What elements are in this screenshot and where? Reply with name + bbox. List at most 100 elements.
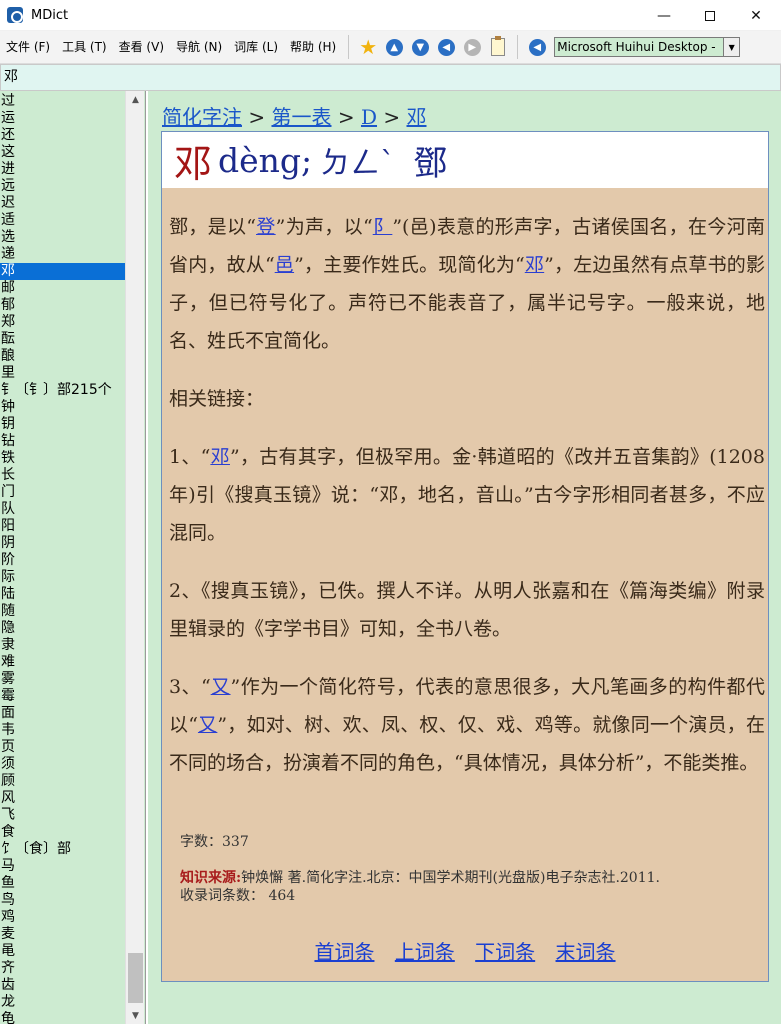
word-list-item[interactable]: 郁 [0,297,125,314]
word-list-item[interactable]: 运 [0,110,125,127]
first-entry-link[interactable]: 首词条 [314,940,374,964]
word-list-item[interactable]: 黾 [0,943,125,960]
menu-view[interactable]: 查看 (V) [113,31,170,64]
favorite-button[interactable]: ★ [357,36,379,58]
link-simplified[interactable]: 邓 [525,254,544,276]
link-you-2[interactable]: 又 [198,714,217,736]
word-list-item[interactable]: 须 [0,756,125,773]
last-entry-link[interactable]: 末词条 [556,940,616,964]
link-deng-variant[interactable]: 邓 [210,446,230,468]
breadcrumb-table[interactable]: 第一表 [271,105,331,129]
word-list-item[interactable]: 里 [0,365,125,382]
word-list-item[interactable]: 风 [0,790,125,807]
word-list-item[interactable]: 递 [0,246,125,263]
word-list-item[interactable]: 这 [0,144,125,161]
word-list-item[interactable]: 龙 [0,994,125,1011]
word-list-item[interactable]: 钻 [0,433,125,450]
word-list-item[interactable]: 韦 [0,722,125,739]
word-list-item[interactable]: 过 [0,93,125,110]
word-list-item[interactable]: 麦 [0,926,125,943]
menu-navigate[interactable]: 导航 (N) [170,31,228,64]
voice-select[interactable]: Microsoft Huihui Desktop - ▼ [554,37,741,57]
word-list-item[interactable]: 阶 [0,552,125,569]
word-list-item[interactable]: 门 [0,484,125,501]
word-list-item[interactable]: 进 [0,161,125,178]
word-list-item[interactable]: 邮 [0,280,125,297]
word-list-item[interactable]: 页 [0,739,125,756]
word-list-item[interactable]: 隶 [0,637,125,654]
arrow-left-icon: ◀ [437,38,455,56]
pinyin: dèng; [218,140,313,180]
word-list-item[interactable]: 雾 [0,671,125,688]
next-entry-link[interactable]: 下词条 [475,940,535,964]
word-list-item[interactable]: 铁 [0,450,125,467]
speak-button[interactable]: ◀ [526,36,548,58]
word-list-item[interactable]: 鱼 [0,875,125,892]
word-list-item[interactable]: 阳 [0,518,125,535]
word-list-item[interactable]: 隐 [0,620,125,637]
word-list-item[interactable]: 长 [0,467,125,484]
forward-button[interactable]: ▶ [461,36,483,58]
maximize-button[interactable] [687,0,733,31]
word-list-item[interactable]: 郑 [0,314,125,331]
word-list-item[interactable]: 饣〔食〕部 [0,841,125,858]
text: 鄧，是以“ [169,216,256,238]
word-list-item[interactable]: 酿 [0,348,125,365]
word-list-item[interactable]: 适 [0,212,125,229]
word-list-item[interactable]: 迟 [0,195,125,212]
word-list-item[interactable]: 霉 [0,688,125,705]
last-entry-button[interactable]: ▼ [409,36,431,58]
word-list-item[interactable]: 钥 [0,416,125,433]
link-fu[interactable]: 阝 [373,216,393,238]
first-entry-button[interactable]: ▲ [383,36,405,58]
scroll-thumb[interactable] [128,953,143,1003]
breadcrumb-letter[interactable]: D [361,105,377,129]
link-you[interactable]: 又 [211,676,231,698]
word-list-item[interactable]: 龟 [0,1011,125,1024]
word-list-item[interactable]: 选 [0,229,125,246]
word-list-item[interactable]: 际 [0,569,125,586]
prev-entry-link[interactable]: 上词条 [395,940,455,964]
link-deng[interactable]: 登 [256,216,276,238]
word-list-item[interactable]: 鸟 [0,892,125,909]
word-list-item[interactable]: 邓 [0,263,125,280]
word-list-item[interactable]: 远 [0,178,125,195]
word-list-item[interactable]: 酝 [0,331,125,348]
scroll-down-icon[interactable]: ▼ [126,1007,145,1024]
entry-navigation: 首词条 上词条 下词条 末词条 [162,936,768,965]
scroll-up-icon[interactable]: ▲ [126,91,145,108]
menu-file[interactable]: 文件 (F) [0,31,56,64]
word-list-item[interactable]: 马 [0,858,125,875]
menu-help[interactable]: 帮助 (H) [284,31,342,64]
clipboard-button[interactable] [487,36,509,58]
word-list-item[interactable]: 食 [0,824,125,841]
breadcrumb-char[interactable]: 邓 [407,105,427,129]
link-yi[interactable]: 邑 [275,254,294,276]
back-button[interactable]: ◀ [435,36,457,58]
word-list-item[interactable]: 队 [0,501,125,518]
word-list-item[interactable]: 难 [0,654,125,671]
word-list-item[interactable]: 面 [0,705,125,722]
word-list-item[interactable]: 齿 [0,977,125,994]
word-list-item[interactable]: 还 [0,127,125,144]
window-title: MDict [31,7,69,23]
close-button[interactable]: ✕ [733,0,779,31]
breadcrumb-book[interactable]: 简化字注 [162,105,242,129]
menu-toolbar: 文件 (F) 工具 (T) 查看 (V) 导航 (N) 词库 (L) 帮助 (H… [0,31,781,64]
word-list-item[interactable]: 顾 [0,773,125,790]
word-list-item[interactable]: 钟 [0,399,125,416]
word-list-item[interactable]: 鸡 [0,909,125,926]
chevron-down-icon[interactable]: ▼ [723,38,740,56]
word-list-item[interactable]: 钅〔钅〕部215个 [0,382,125,399]
word-list-item[interactable]: 陆 [0,586,125,603]
word-list-item[interactable]: 阴 [0,535,125,552]
minimize-button[interactable]: — [641,0,687,31]
word-list-scrollbar[interactable]: ▲ ▼ [125,91,144,1024]
menu-tools[interactable]: 工具 (T) [56,31,113,64]
search-input[interactable]: 邓 [0,64,781,91]
menu-library[interactable]: 词库 (L) [228,31,284,64]
word-list-item[interactable]: 随 [0,603,125,620]
word-list-item[interactable]: 齐 [0,960,125,977]
word-list-item[interactable]: 飞 [0,807,125,824]
